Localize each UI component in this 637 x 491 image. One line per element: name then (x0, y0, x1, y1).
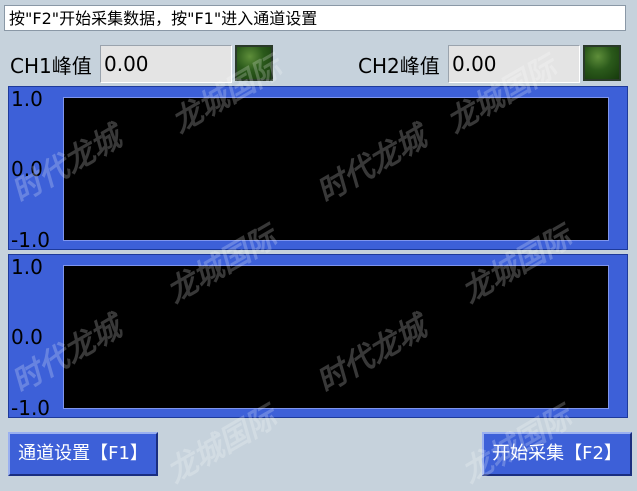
ch1-peak-value: 0.00 (100, 45, 232, 83)
ch2-peak-value: 0.00 (448, 45, 580, 83)
ch2-plot-area (63, 265, 609, 409)
y-tick-max: 1.0 (11, 87, 43, 111)
channel-settings-button[interactable]: 通道设置【F1】 (8, 432, 158, 476)
ch2-waveform-chart: 1.0 0.0 -1.0 (8, 254, 628, 418)
ch2-peak-label: CH2峰值 (358, 54, 440, 78)
y-tick-mid: 0.0 (11, 325, 43, 349)
ch1-peak-label: CH1峰值 (10, 54, 92, 78)
status-bar: 按"F2"开始采集数据，按"F1"进入通道设置 (4, 5, 626, 31)
y-tick-mid: 0.0 (11, 157, 43, 181)
y-tick-min: -1.0 (11, 228, 51, 252)
ch2-led-indicator (583, 45, 621, 81)
y-tick-max: 1.0 (11, 255, 43, 279)
start-capture-button[interactable]: 开始采集【F2】 (482, 432, 632, 476)
y-tick-min: -1.0 (11, 396, 51, 420)
ch1-plot-area (63, 97, 609, 241)
ch1-waveform-chart: 1.0 0.0 -1.0 (8, 86, 628, 250)
ch1-led-indicator (235, 45, 273, 81)
